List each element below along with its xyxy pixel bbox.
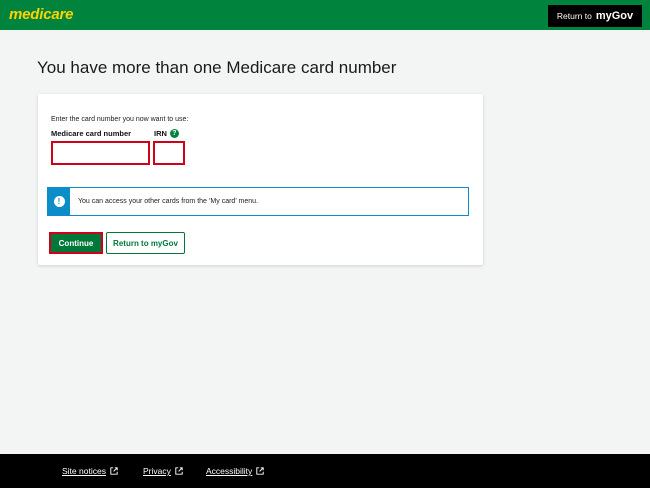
medicare-card-number-label: Medicare card number [51,129,132,138]
medicare-card-number-input[interactable] [51,141,150,165]
external-link-icon [175,467,183,475]
external-link-icon [110,467,118,475]
info-exclamation-icon: ! [53,196,65,207]
medicare-logo[interactable]: medicare [9,6,73,23]
irn-label: IRN [154,129,167,138]
card-selection-panel: Enter the card number you now want to us… [38,94,483,265]
footer-link-accessibility[interactable]: Accessibility [206,466,264,476]
footer-link-label: Site notices [62,466,106,476]
instruction-text: Enter the card number you now want to us… [51,116,189,123]
return-to-mygov-header-button[interactable]: Return to myGov [548,5,642,27]
info-alert: ! You can access your other cards from t… [47,187,469,216]
footer-link-label: Privacy [143,466,171,476]
external-link-icon [256,467,264,475]
top-header: medicare Return to myGov [0,0,650,30]
mygov-brand-text: myGov [595,10,634,22]
footer-link-site-notices[interactable]: Site notices [62,466,118,476]
continue-button[interactable]: Continue [49,232,103,254]
alert-text: You can access your other cards from the… [78,198,259,205]
alert-icon-bar: ! [48,188,70,215]
return-to-text: Return to [556,11,592,21]
page-title: You have more than one Medicare card num… [37,58,397,77]
help-icon[interactable]: ? [169,129,179,138]
footer-link-label: Accessibility [206,466,253,476]
footer-link-privacy[interactable]: Privacy [143,466,183,476]
return-to-mygov-button[interactable]: Return to myGov [106,232,185,254]
footer: Site notices Privacy Accessibility [0,454,650,488]
irn-input[interactable] [153,141,185,165]
irn-label-wrap: IRN ? [154,129,179,138]
